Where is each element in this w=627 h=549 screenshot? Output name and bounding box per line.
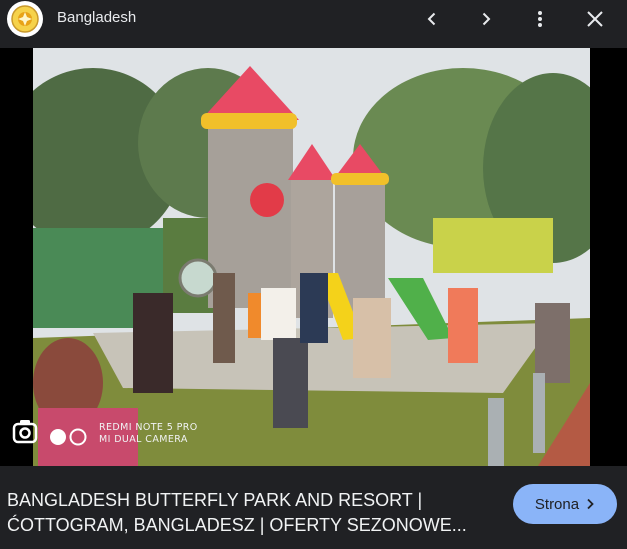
camera-watermark	[12, 417, 104, 449]
visit-site-button[interactable]: Strona	[513, 484, 617, 524]
watermark-line-1: REDMI NOTE 5 PRO	[99, 422, 198, 433]
chevron-right-icon	[587, 498, 594, 510]
next-button[interactable]	[471, 4, 501, 34]
site-logo[interactable]	[7, 1, 43, 37]
result-caption[interactable]: BANGLADESH BUTTERFLY PARK AND RESORT | Ć…	[7, 488, 497, 538]
visit-button-label: Strona	[534, 495, 580, 513]
close-icon	[587, 11, 603, 27]
chevron-left-icon	[427, 12, 436, 26]
watermark-line-2: MI DUAL CAMERA	[99, 434, 188, 445]
camera-icon	[12, 420, 87, 446]
result-footer: BANGLADESH BUTTERFLY PARK AND RESORT | Ć…	[0, 466, 627, 549]
playground-scene-illustration	[33, 48, 590, 466]
viewer-header: Bangladesh	[0, 0, 627, 38]
page-title: Bangladesh	[57, 9, 137, 26]
more-options-button[interactable]	[525, 4, 555, 34]
more-vert-icon	[538, 11, 542, 27]
previous-button[interactable]	[417, 4, 447, 34]
caption-line-1: BANGLADESH BUTTERFLY PARK AND RESORT |	[7, 490, 423, 510]
close-button[interactable]	[580, 4, 610, 34]
caption-line-2: ĆOTTOGRAM, BANGLADESZ | OFERTY SEZONOWE.…	[7, 515, 467, 535]
park-photo	[33, 48, 590, 466]
image-preview[interactable]: REDMI NOTE 5 PRO MI DUAL CAMERA	[0, 48, 627, 466]
site-logo-icon	[11, 5, 39, 33]
chevron-right-icon	[482, 12, 491, 26]
photo-watermark-text: REDMI NOTE 5 PRO MI DUAL CAMERA	[99, 422, 198, 446]
